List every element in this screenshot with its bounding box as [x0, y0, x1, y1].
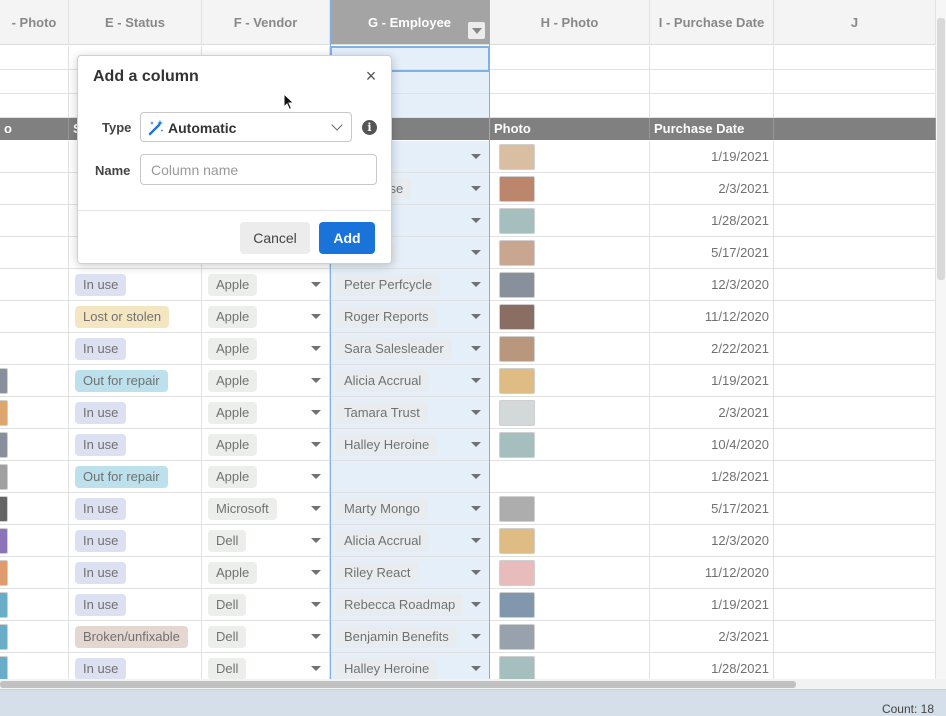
column-name-input[interactable] [140, 154, 377, 185]
add-button[interactable]: Add [319, 222, 375, 254]
type-value: Automatic [168, 120, 237, 136]
info-icon[interactable]: i [362, 120, 377, 135]
name-label: Name [95, 163, 131, 178]
row-count: Count: 18 [881, 702, 934, 716]
dialog-title: Add a column [93, 68, 199, 85]
magic-wand-icon [148, 120, 164, 136]
horizontal-scroll-thumb[interactable] [0, 681, 796, 688]
type-select[interactable]: Automatic [140, 112, 352, 142]
add-column-dialog: Add a column × Type Automatic i Name Can… [77, 55, 392, 264]
status-bar: Count: 18 [0, 689, 946, 716]
chevron-down-icon [331, 119, 343, 131]
type-label: Type [102, 120, 132, 135]
close-icon[interactable]: × [363, 67, 379, 85]
dialog-divider [78, 210, 391, 211]
mouse-cursor-icon [283, 93, 295, 111]
cancel-button[interactable]: Cancel [240, 222, 310, 254]
